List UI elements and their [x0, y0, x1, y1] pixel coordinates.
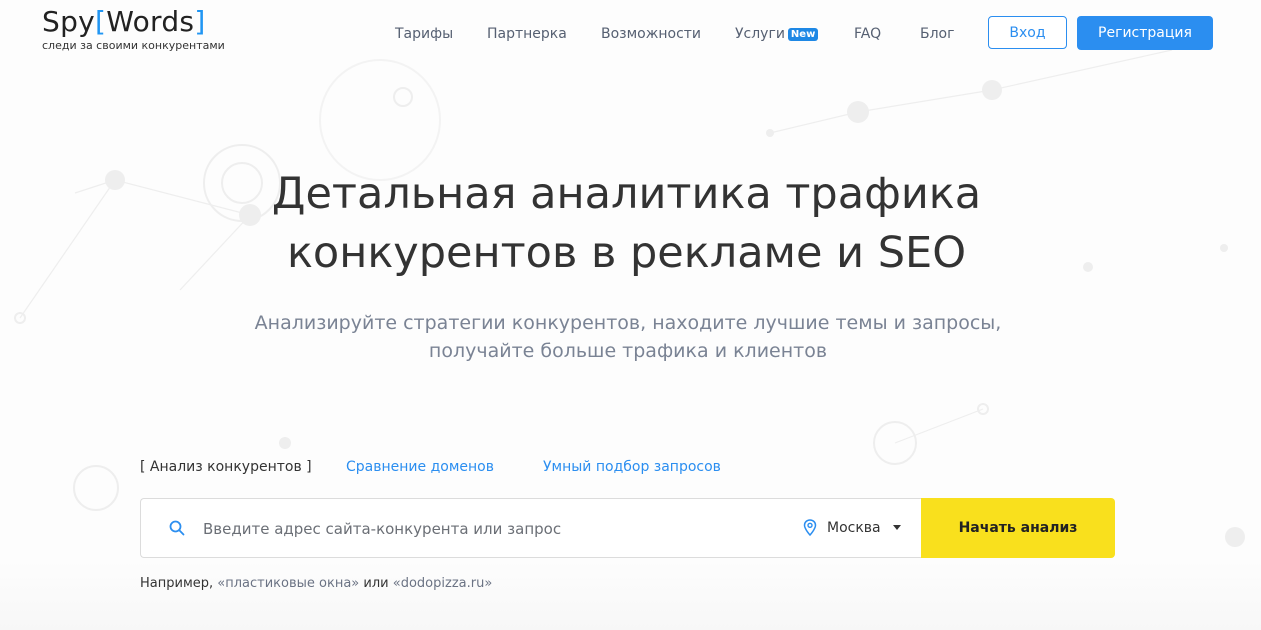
login-button[interactable]: Вход — [988, 16, 1067, 49]
example-prefix: Например, — [140, 576, 214, 591]
nav-item-tariffs[interactable]: Тарифы — [395, 26, 453, 42]
hero-subtitle-line1: Анализируйте стратегии конкурентов, нахо… — [254, 312, 1002, 334]
hero-title: Детальная аналитика трафика конкурентов … — [0, 165, 1253, 283]
logo-wordmark: Spy[Words] — [42, 5, 206, 38]
location-select[interactable]: Москва — [803, 519, 901, 536]
search-input[interactable] — [201, 515, 785, 543]
caret-down-icon — [892, 525, 901, 530]
nav-item-blog[interactable]: Блог — [920, 26, 954, 42]
nav-item-partners[interactable]: Партнерка — [487, 26, 567, 42]
example-link-1[interactable]: «пластиковые окна» — [217, 576, 359, 591]
hero-title-line1: Детальная аналитика трафика — [271, 169, 982, 219]
register-button[interactable]: Регистрация — [1077, 16, 1213, 50]
hero-subtitle-line2: получайте больше трафика и клиентов — [428, 340, 828, 362]
logo[interactable]: Spy[Words] следи за своими конкурентами — [42, 5, 225, 52]
location-value: Москва — [827, 519, 881, 536]
nav-item-services-label: Услуги — [735, 26, 785, 42]
new-badge: New — [787, 28, 819, 41]
search-example: Например, «пластиковые окна» или «dodopi… — [140, 576, 492, 591]
bottom-fade — [0, 560, 1261, 630]
example-link-2[interactable]: «dodopizza.ru» — [393, 576, 493, 591]
tab-competitor-analysis[interactable]: [ Анализ конкурентов ] — [140, 459, 312, 475]
nav-item-services[interactable]: Услуги New — [735, 26, 819, 42]
logo-tagline: следи за своими конкурентами — [42, 39, 225, 52]
tab-domain-comparison[interactable]: Сравнение доменов — [346, 459, 494, 475]
hero-subtitle: Анализируйте стратегии конкурентов, нахо… — [0, 309, 1256, 365]
location-pin-icon — [803, 519, 817, 536]
example-middle: или — [363, 576, 389, 591]
tab-smart-query-selection[interactable]: Умный подбор запросов — [543, 459, 721, 475]
start-analysis-button[interactable]: Начать анализ — [921, 498, 1115, 558]
nav-item-features[interactable]: Возможности — [601, 26, 701, 42]
nav-item-faq[interactable]: FAQ — [854, 26, 881, 42]
search-icon — [169, 520, 185, 540]
search-bar: Москва — [140, 498, 922, 558]
hero-title-line2: конкурентов в рекламе и SEO — [286, 228, 967, 278]
